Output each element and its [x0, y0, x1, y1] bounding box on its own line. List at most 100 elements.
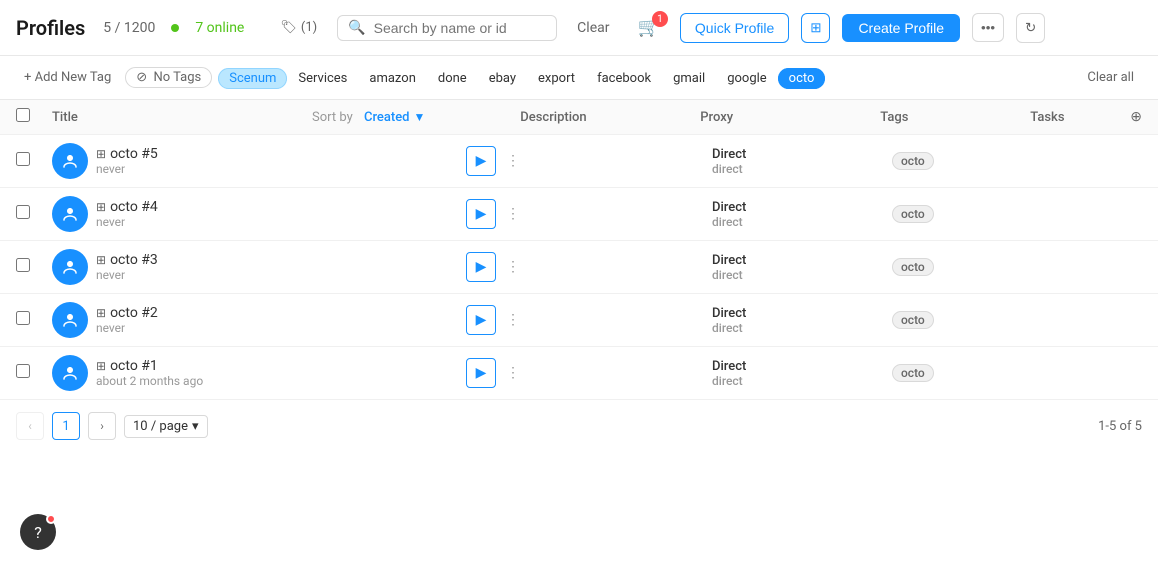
row-tags-4: octo [892, 205, 1042, 223]
sort-field-label[interactable]: Created [364, 110, 410, 125]
tag-filter-services[interactable]: Services [287, 68, 358, 89]
tag-filter-amazon[interactable]: amazon [358, 68, 426, 89]
select-all-checkbox[interactable] [16, 108, 30, 122]
play-button-3[interactable]: ▶ [466, 252, 496, 282]
create-profile-button[interactable]: Create Profile [842, 14, 960, 42]
row-proxy-1: Direct direct [712, 359, 892, 388]
header: Profiles 5 / 1200 7 online 🏷 (1) 🔍 Clear… [0, 0, 1158, 56]
row-info-1: ⊞ octo #1 about 2 months ago [96, 358, 306, 388]
row-sub-1: about 2 months ago [96, 374, 306, 388]
windows-icon: ⊞ [96, 359, 106, 373]
row-select-5[interactable] [16, 152, 30, 166]
profile-count: 5 / 1200 [103, 20, 155, 36]
play-button-4[interactable]: ▶ [466, 199, 496, 229]
search-input[interactable] [374, 20, 547, 36]
row-more-button-2[interactable]: ⋮ [502, 308, 524, 332]
more-options-button[interactable]: ••• [972, 13, 1004, 42]
play-button-1[interactable]: ▶ [466, 358, 496, 388]
row-tag-pill-5[interactable]: octo [892, 152, 934, 170]
help-button[interactable]: ? [20, 514, 56, 550]
row-tag-pill-1[interactable]: octo [892, 364, 934, 382]
tag-filter-done[interactable]: done [427, 68, 478, 89]
tasks-column-header: Tasks [1030, 110, 1130, 125]
no-tags-icon: ⊘ [136, 70, 147, 85]
next-page-button[interactable]: › [88, 412, 116, 440]
row-name-5: ⊞ octo #5 [96, 146, 306, 162]
row-actions-1: ▶ ⋮ [466, 358, 524, 388]
quick-profile-button[interactable]: Quick Profile [680, 13, 789, 43]
windows-icon: ⊞ [96, 306, 106, 320]
clear-search-button[interactable]: Clear [569, 16, 617, 40]
row-info-4: ⊞ octo #4 never [96, 199, 306, 229]
row-actions-3: ▶ ⋮ [466, 252, 524, 282]
row-select-1[interactable] [16, 364, 30, 378]
quick-profile-label: Quick Profile [695, 20, 774, 36]
proxy-main-1: Direct [712, 359, 892, 374]
row-select-4[interactable] [16, 205, 30, 219]
row-select-3[interactable] [16, 258, 30, 272]
row-actions-2: ▶ ⋮ [466, 305, 524, 335]
tag-filter-google[interactable]: google [716, 68, 777, 89]
row-proxy-4: Direct direct [712, 200, 892, 229]
create-profile-label: Create Profile [858, 20, 944, 36]
proxy-sub-3: direct [712, 268, 892, 282]
row-select-2[interactable] [16, 311, 30, 325]
search-icon: 🔍 [348, 20, 365, 36]
row-name-1: ⊞ octo #1 [96, 358, 306, 374]
current-page[interactable]: 1 [52, 412, 80, 440]
row-more-button-4[interactable]: ⋮ [502, 202, 524, 226]
grid-view-button[interactable]: ⊞ [801, 13, 830, 43]
tag-filter-ebay[interactable]: ebay [478, 68, 527, 89]
more-icon: ••• [981, 20, 995, 35]
row-checkbox-4 [16, 205, 52, 223]
search-box: 🔍 [337, 15, 557, 41]
tag-filter-octo[interactable]: octo [778, 68, 826, 89]
play-button-5[interactable]: ▶ [466, 146, 496, 176]
row-name-2: ⊞ octo #2 [96, 305, 306, 321]
row-info-5: ⊞ octo #5 never [96, 146, 306, 176]
tag-filter-btn[interactable]: 🏷 (1) [272, 16, 325, 39]
row-tag-pill-4[interactable]: octo [892, 205, 934, 223]
row-name-3: ⊞ octo #3 [96, 252, 306, 268]
online-indicator [171, 24, 179, 32]
proxy-main-3: Direct [712, 253, 892, 268]
tags-list: ScenumServicesamazondoneebayexportfacebo… [218, 70, 825, 86]
row-tag-pill-2[interactable]: octo [892, 311, 934, 329]
clear-all-tags-button[interactable]: Clear all [1079, 68, 1142, 87]
row-more-button-1[interactable]: ⋮ [502, 361, 524, 385]
play-button-2[interactable]: ▶ [466, 305, 496, 335]
refresh-icon: ↻ [1025, 20, 1036, 35]
tag-filter-export[interactable]: export [527, 68, 586, 89]
cart-button[interactable]: 🛒 1 [629, 13, 667, 42]
proxy-sub-2: direct [712, 321, 892, 335]
row-checkbox-3 [16, 258, 52, 276]
row-tags-1: octo [892, 364, 1042, 382]
row-actions-4: ▶ ⋮ [466, 199, 524, 229]
row-more-button-3[interactable]: ⋮ [502, 255, 524, 279]
row-tag-pill-3[interactable]: octo [892, 258, 934, 276]
proxy-column-header: Proxy [700, 110, 880, 125]
table-row: ⊞ octo #1 about 2 months ago ▶ ⋮ Direct … [0, 347, 1158, 400]
row-proxy-3: Direct direct [712, 253, 892, 282]
row-more-button-5[interactable]: ⋮ [502, 149, 524, 173]
sort-by-label: Sort by [312, 110, 353, 125]
add-column-button[interactable]: ⊕ [1130, 109, 1142, 125]
add-tag-button[interactable]: + Add New Tag [16, 68, 119, 87]
tags-bar: + Add New Tag ⊘ No Tags ScenumServicesam… [0, 56, 1158, 100]
row-tags-5: octo [892, 152, 1042, 170]
page-size-selector[interactable]: 10 / page ▾ [124, 415, 208, 438]
pagination: ‹ 1 › 10 / page ▾ 1-5 of 5 [0, 400, 1158, 452]
prev-page-button[interactable]: ‹ [16, 412, 44, 440]
table-body: ⊞ octo #5 never ▶ ⋮ Direct direct octo [0, 135, 1158, 400]
profile-avatar-1 [52, 355, 88, 391]
table-row: ⊞ octo #5 never ▶ ⋮ Direct direct octo [0, 135, 1158, 188]
row-checkbox-5 [16, 152, 52, 170]
row-sub-5: never [96, 162, 306, 176]
tag-filter-no-tags[interactable]: ⊘ No Tags [125, 67, 212, 88]
tag-filter-gmail[interactable]: gmail [662, 68, 716, 89]
tag-filter-scenum[interactable]: Scenum [218, 68, 287, 89]
refresh-button[interactable]: ↻ [1016, 13, 1045, 43]
sort-control[interactable]: Sort by Created ▼ [312, 110, 520, 125]
tag-filter-facebook[interactable]: facebook [586, 68, 662, 89]
help-icon: ? [34, 523, 42, 542]
